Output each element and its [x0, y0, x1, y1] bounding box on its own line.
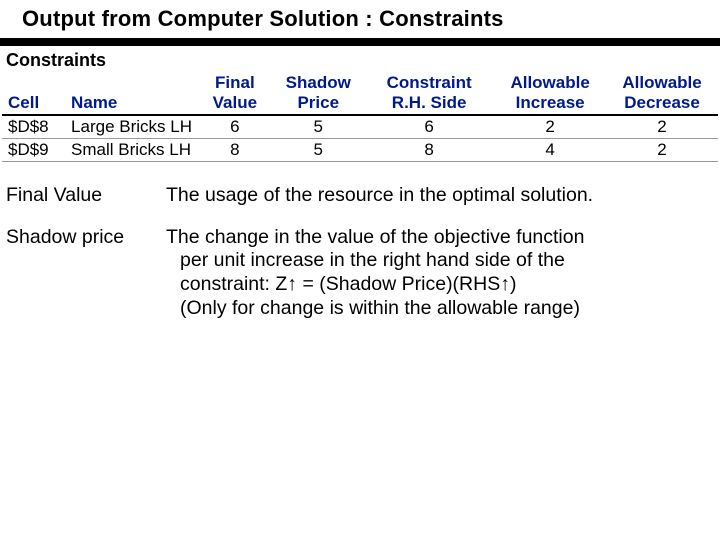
th-cell-top	[2, 74, 65, 93]
cell-shadow: 5	[273, 115, 365, 139]
definition-line: (Only for change is within the allowable…	[166, 297, 710, 321]
definition-line: per unit increase in the right hand side…	[166, 249, 710, 273]
definition-body: The usage of the resource in the optimal…	[156, 184, 710, 208]
cell-ref: $D$8	[2, 115, 65, 139]
cell-inc: 4	[494, 138, 606, 161]
cell-rhs: 8	[364, 138, 494, 161]
cell-rhs: 6	[364, 115, 494, 139]
definition-term: Final Value	[4, 184, 156, 208]
definition-body: The change in the value of the objective…	[156, 226, 710, 321]
header-row-1: Final Shadow Constraint Allowable Allowa…	[2, 74, 718, 93]
slide: Output from Computer Solution : Constrai…	[0, 0, 720, 540]
definition-line: constraint: Z↑ = (Shadow Price)(RHS↑)	[166, 273, 710, 297]
cell-shadow: 5	[273, 138, 365, 161]
th-cell-bot: Cell	[2, 93, 65, 114]
cell-final: 6	[197, 115, 272, 139]
header-row-2: Cell Name Value Price R.H. Side Increase…	[2, 93, 718, 114]
th-name-bot: Name	[65, 93, 197, 114]
constraints-table: Final Shadow Constraint Allowable Allowa…	[2, 74, 718, 162]
th-shadow-top: Shadow	[273, 74, 365, 93]
definition-line: The change in the value of the objective…	[166, 226, 584, 248]
definition-shadow-price: Shadow price The change in the value of …	[4, 226, 710, 321]
cell-dec: 2	[606, 115, 718, 139]
th-inc-top: Allowable	[494, 74, 606, 93]
th-rhs-bot: R.H. Side	[364, 93, 494, 114]
definitions-block: Final Value The usage of the resource in…	[0, 184, 720, 321]
th-shadow-bot: Price	[273, 93, 365, 114]
cell-dec: 2	[606, 138, 718, 161]
constraints-table-wrap: Final Shadow Constraint Allowable Allowa…	[0, 74, 720, 162]
cell-ref: $D$9	[2, 138, 65, 161]
section-heading: Constraints	[0, 46, 720, 74]
definition-final-value: Final Value The usage of the resource in…	[4, 184, 710, 208]
th-dec-bot: Decrease	[606, 93, 718, 114]
th-final-top: Final	[197, 74, 272, 93]
cell-name: Small Bricks LH	[65, 138, 197, 161]
title-underline	[0, 38, 720, 46]
cell-final: 8	[197, 138, 272, 161]
table-row: $D$8 Large Bricks LH 6 5 6 2 2	[2, 115, 718, 139]
cell-inc: 2	[494, 115, 606, 139]
th-inc-bot: Increase	[494, 93, 606, 114]
th-name-top	[65, 74, 197, 93]
th-dec-top: Allowable	[606, 74, 718, 93]
cell-name: Large Bricks LH	[65, 115, 197, 139]
slide-title: Output from Computer Solution : Constrai…	[0, 0, 720, 38]
th-final-bot: Value	[197, 93, 272, 114]
definition-term: Shadow price	[4, 226, 156, 250]
table-row: $D$9 Small Bricks LH 8 5 8 4 2	[2, 138, 718, 161]
definition-line: The usage of the resource in the optimal…	[166, 184, 593, 206]
th-rhs-top: Constraint	[364, 74, 494, 93]
